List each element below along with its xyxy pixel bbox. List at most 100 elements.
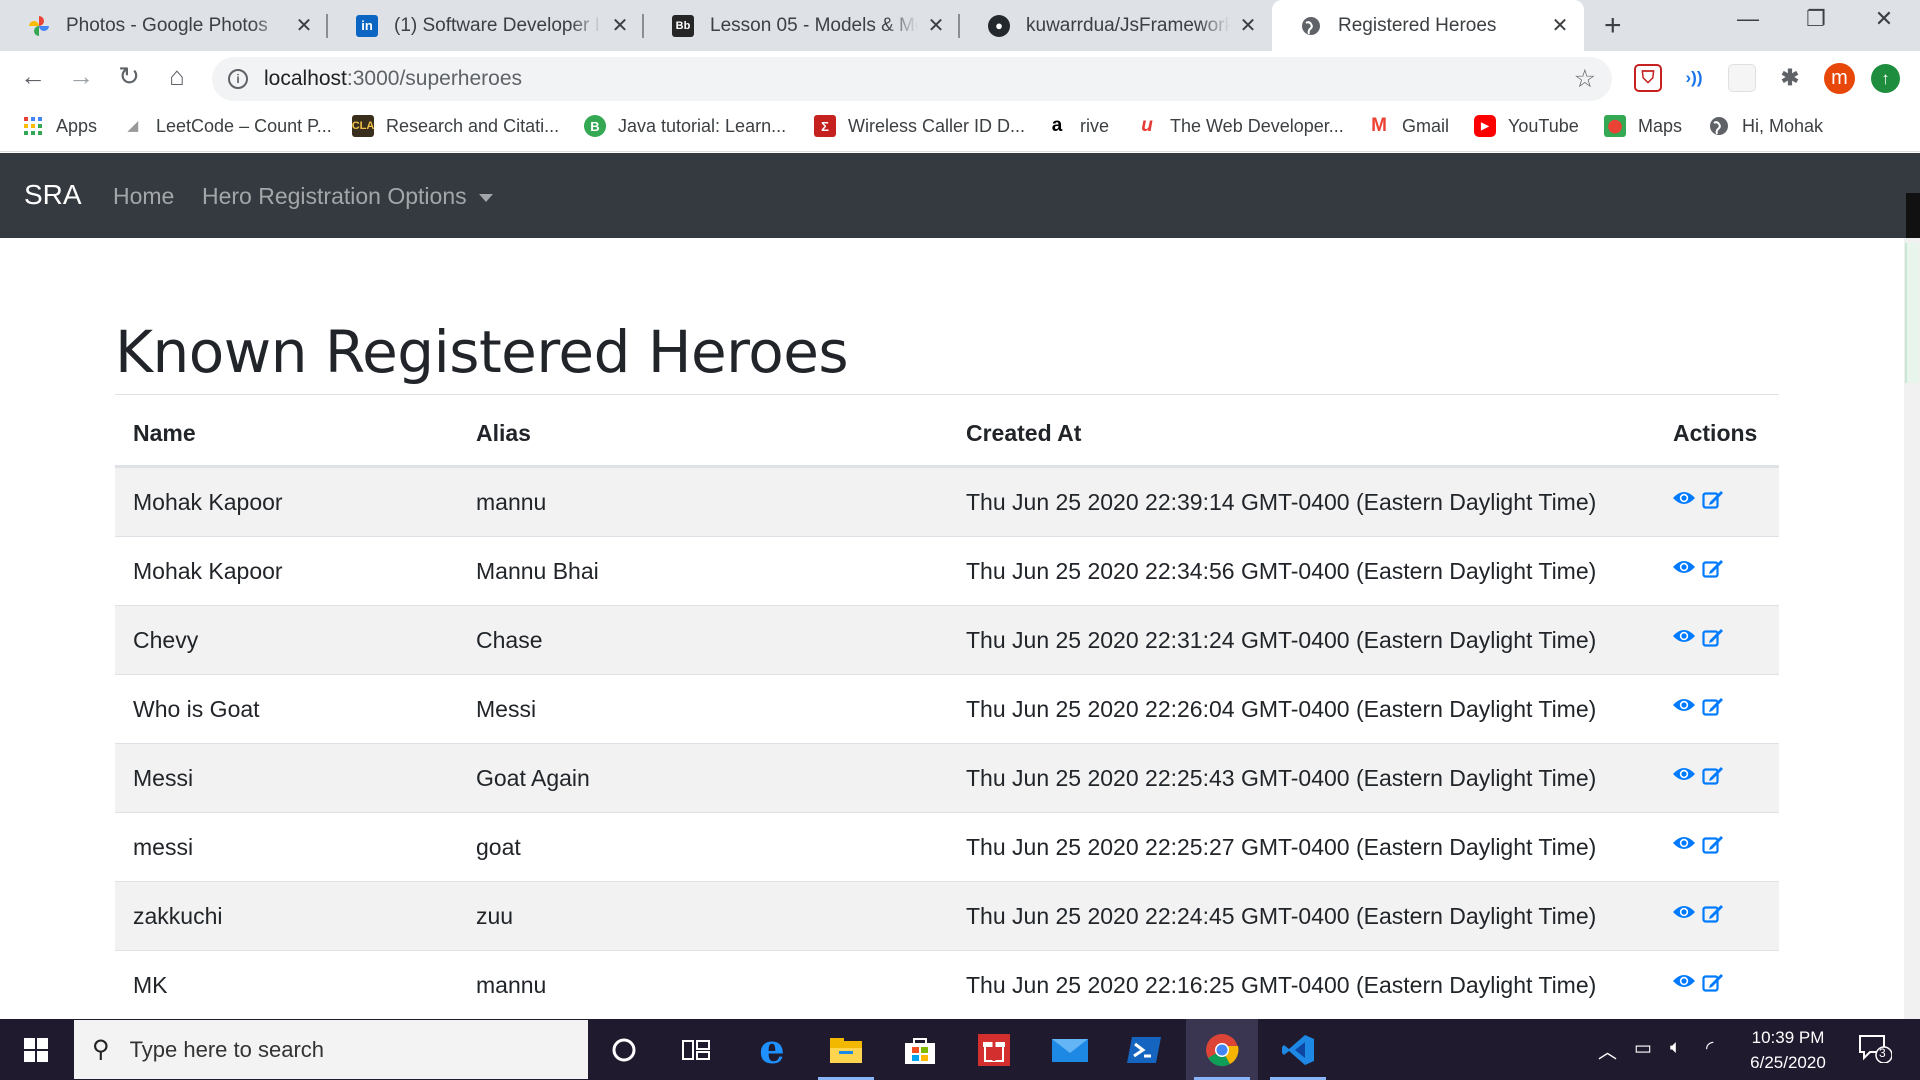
tab-linkedin[interactable]: in (1) Software Developer Inte ✕ — [328, 0, 644, 51]
system-clock[interactable]: 10:39 PM 6/25/2020 — [1738, 1025, 1838, 1075]
bookmark-label: Maps — [1638, 115, 1683, 136]
table-row: MK mannu Thu Jun 25 2020 22:16:25 GMT-0400… — [115, 951, 1779, 1019]
page-title: Known Registered Heroes — [115, 318, 849, 386]
edit-icon[interactable] — [1702, 559, 1724, 579]
row-actions — [1672, 697, 1724, 717]
eye-icon[interactable] — [1672, 973, 1696, 989]
bookmark-amazon[interactable]: a rive — [1046, 115, 1109, 137]
eye-icon[interactable] — [1672, 697, 1696, 713]
battery-icon[interactable]: ▭ — [1634, 1037, 1652, 1060]
mail-icon[interactable] — [1034, 1019, 1106, 1080]
java-b-icon: B — [584, 115, 606, 137]
bookmark-hi-mohak[interactable]: Hi, Mohak — [1708, 115, 1823, 137]
cell-created-at: Thu Jun 25 2020 22:25:27 GMT-0400 (Easte… — [966, 834, 1597, 860]
bookmark-maps[interactable]: ⬤ Maps — [1604, 115, 1682, 137]
url-host: localhost — [264, 67, 347, 90]
bookmark-label: rive — [1080, 115, 1110, 136]
close-window-icon[interactable]: ✕ — [1854, 6, 1914, 32]
udemy-icon: u — [1141, 115, 1153, 136]
close-tab-icon[interactable]: ✕ — [1550, 13, 1570, 38]
wifi-icon[interactable]: ◜ — [1706, 1037, 1713, 1060]
nav-home-link[interactable]: Home — [113, 183, 174, 210]
task-view-icon[interactable] — [660, 1019, 732, 1080]
close-tab-icon[interactable]: ✕ — [1238, 13, 1258, 38]
tab-blackboard[interactable]: Bb Lesson 05 - Models & Mong ✕ — [644, 0, 960, 51]
navbar-brand[interactable]: SRA — [24, 179, 82, 211]
home-icon[interactable]: ⌂ — [160, 61, 194, 92]
extension-wave-icon[interactable]: ›)) — [1680, 64, 1708, 92]
cell-alias: mannu — [476, 489, 547, 515]
eye-icon[interactable] — [1672, 835, 1696, 851]
eye-icon[interactable] — [1672, 904, 1696, 920]
site-info-icon[interactable]: i — [228, 69, 248, 89]
cell-created-at: Thu Jun 25 2020 22:34:56 GMT-0400 (Easte… — [966, 558, 1597, 584]
gift-icon[interactable] — [958, 1019, 1030, 1080]
new-tab-button[interactable]: + — [1604, 9, 1622, 43]
vscode-icon[interactable] — [1262, 1019, 1334, 1080]
nav-hero-registration-dropdown[interactable]: Hero Registration Options — [202, 183, 493, 210]
show-hidden-icons-chevron[interactable]: ︿ — [1598, 1037, 1617, 1064]
windows-taskbar: ⚲ Type here to search e ︿ ▭ 🔈︎ ◜ 10:39 P… — [0, 1019, 1920, 1080]
caret-down-icon — [478, 193, 493, 202]
table-row: zakkuchi zuu Thu Jun 25 2020 22:24:45 GMT-… — [115, 882, 1779, 951]
taskbar-search-box[interactable]: ⚲ Type here to search — [74, 1020, 588, 1079]
bookmark-leetcode[interactable]: ◢ LeetCode – Count P... — [122, 115, 332, 137]
minimize-icon[interactable]: — — [1718, 6, 1778, 32]
eye-icon[interactable] — [1672, 559, 1696, 575]
tab-registered-heroes[interactable]: Registered Heroes ✕ — [1272, 0, 1584, 51]
close-tab-icon[interactable]: ✕ — [294, 13, 314, 38]
cell-alias: Goat Again — [476, 765, 590, 791]
eye-icon[interactable] — [1672, 766, 1696, 782]
bookmark-wireless[interactable]: Σ Wireless Caller ID D... — [814, 115, 1025, 137]
bookmark-java[interactable]: B Java tutorial: Learn... — [584, 115, 786, 137]
bookmarks-bar: Apps ◢ LeetCode – Count P... CLA Researc… — [0, 105, 1920, 152]
apps-grid-icon — [22, 115, 44, 137]
bookmark-apps[interactable]: Apps — [22, 115, 97, 137]
edit-icon[interactable] — [1702, 697, 1724, 717]
address-bar[interactable]: i localhost:3000/superheroes ☆ — [212, 57, 1612, 101]
back-icon[interactable]: ← — [16, 61, 50, 92]
cell-alias: mannu — [476, 972, 547, 998]
action-center-icon[interactable]: 3 — [1858, 1033, 1893, 1064]
restore-icon[interactable]: ❐ — [1786, 6, 1846, 32]
windows-start-button[interactable] — [0, 1019, 72, 1080]
cell-alias: Chase — [476, 627, 543, 653]
edit-icon[interactable] — [1702, 904, 1724, 924]
bookmark-star-icon[interactable]: ☆ — [1574, 64, 1596, 94]
file-explorer-icon[interactable] — [810, 1019, 882, 1080]
close-tab-icon[interactable]: ✕ — [926, 13, 946, 38]
close-tab-icon[interactable]: ✕ — [610, 13, 630, 38]
edit-icon[interactable] — [1702, 973, 1724, 993]
eye-icon[interactable] — [1672, 628, 1696, 644]
store-icon[interactable] — [884, 1019, 956, 1080]
volume-icon[interactable]: 🔈︎ — [1670, 1037, 1681, 1059]
pocket-extension-icon[interactable]: ⛉ — [1634, 64, 1662, 92]
edit-icon[interactable] — [1702, 835, 1724, 855]
extensions-puzzle-icon[interactable]: ✱ — [1776, 64, 1804, 92]
bookmark-gmail[interactable]: M Gmail — [1368, 115, 1449, 137]
forward-icon[interactable]: → — [64, 61, 98, 92]
scrollbar-thumb[interactable] — [1905, 243, 1919, 383]
eye-icon[interactable] — [1672, 490, 1696, 506]
powershell-icon[interactable] — [1108, 1019, 1180, 1080]
profile-avatar[interactable]: m — [1824, 63, 1855, 94]
extension-blank-icon[interactable] — [1728, 64, 1756, 92]
bookmark-label: Research and Citati... — [386, 115, 560, 136]
gmail-icon: M — [1371, 115, 1387, 136]
chrome-icon[interactable] — [1186, 1019, 1258, 1080]
youtube-icon: ▶ — [1474, 115, 1496, 137]
tab-github[interactable]: ● kuwarrdua/JsFrameworksSu ✕ — [960, 0, 1272, 51]
bookmark-web-developer[interactable]: u The Web Developer... — [1136, 115, 1344, 137]
reload-icon[interactable]: ↻ — [112, 61, 146, 92]
bookmark-label: Wireless Caller ID D... — [848, 115, 1026, 136]
bookmark-youtube[interactable]: ▶ YouTube — [1474, 115, 1579, 137]
edit-icon[interactable] — [1702, 766, 1724, 786]
edit-icon[interactable] — [1702, 490, 1724, 510]
edge-icon[interactable]: e — [736, 1019, 808, 1080]
update-arrow-icon[interactable]: ↑ — [1871, 64, 1900, 93]
cell-name: Mohak Kapoor — [133, 489, 283, 515]
tab-google-photos[interactable]: Photos - Google Photos ✕ — [0, 0, 328, 51]
edit-icon[interactable] — [1702, 628, 1724, 648]
cortana-icon[interactable] — [588, 1019, 660, 1080]
bookmark-research[interactable]: CLA Research and Citati... — [352, 115, 559, 137]
